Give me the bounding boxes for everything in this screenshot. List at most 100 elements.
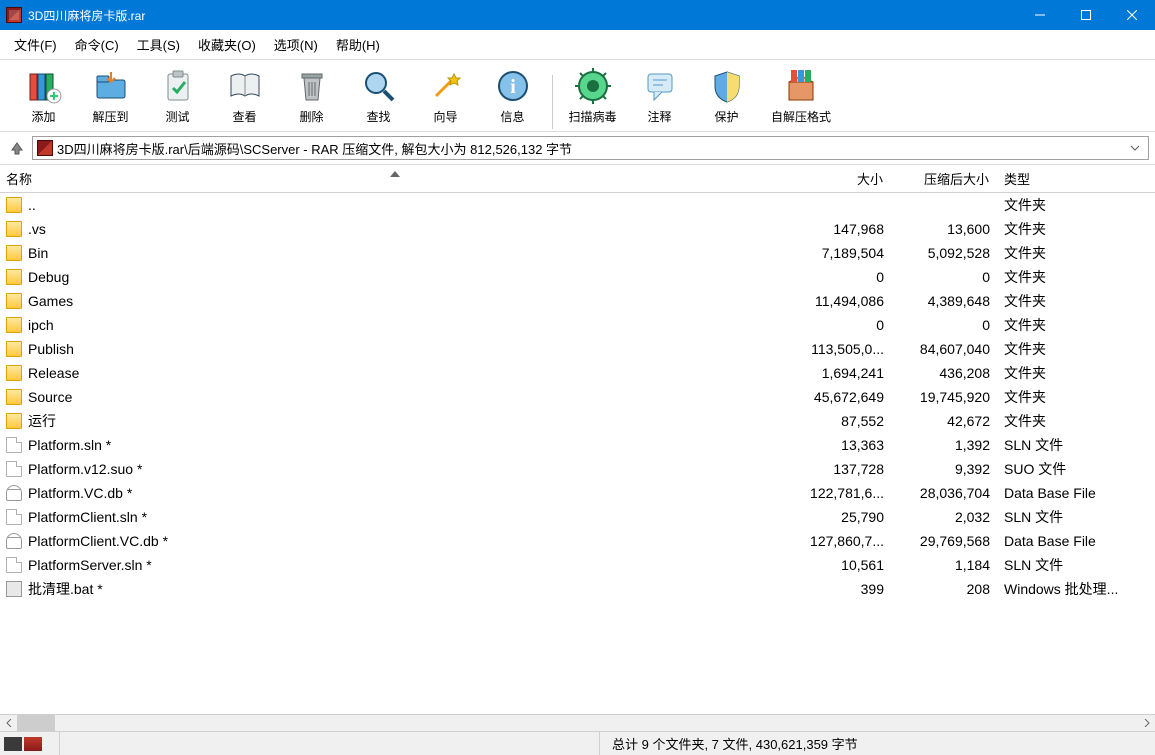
menu-command[interactable]: 命令(C) <box>67 32 127 57</box>
menu-help[interactable]: 帮助(H) <box>328 32 388 57</box>
table-row[interactable]: Platform.sln *13,3631,392SLN 文件 <box>0 433 1155 457</box>
menu-favorites[interactable]: 收藏夹(O) <box>190 32 264 57</box>
toolbar-separator <box>552 75 553 129</box>
books-add-icon <box>24 66 64 106</box>
cell-type: SUO 文件 <box>998 459 1155 479</box>
menu-file[interactable]: 文件(F) <box>6 32 65 57</box>
cell-type: Data Base File <box>998 485 1155 501</box>
file-name: PlatformClient.VC.db * <box>28 533 168 549</box>
cell-type: Windows 批处理... <box>998 579 1155 599</box>
folder-icon <box>6 269 22 285</box>
menu-options[interactable]: 选项(N) <box>266 32 326 57</box>
table-row[interactable]: 批清理.bat *399208Windows 批处理... <box>0 577 1155 601</box>
scroll-right-button[interactable] <box>1138 715 1155 732</box>
horizontal-scrollbar[interactable] <box>0 714 1155 731</box>
toolbar-comment[interactable]: 注释 <box>626 64 693 129</box>
cell-size: 122,781,6... <box>790 485 898 501</box>
table-row[interactable]: ..文件夹 <box>0 193 1155 217</box>
toolbar-delete[interactable]: 删除 <box>278 64 345 129</box>
column-name[interactable]: 名称 <box>0 165 790 192</box>
cell-size: 1,694,241 <box>790 365 898 381</box>
up-button[interactable] <box>6 137 28 159</box>
cell-type: SLN 文件 <box>998 555 1155 575</box>
menu-tools[interactable]: 工具(S) <box>129 32 188 57</box>
scroll-left-button[interactable] <box>0 715 17 732</box>
toolbar-find[interactable]: 查找 <box>345 64 412 129</box>
file-name: Games <box>28 293 73 309</box>
table-row[interactable]: 运行87,55242,672文件夹 <box>0 409 1155 433</box>
cell-name: Games <box>0 293 790 309</box>
file-name: ipch <box>28 317 54 333</box>
table-row[interactable]: .vs147,96813,600文件夹 <box>0 217 1155 241</box>
column-packed[interactable]: 压缩后大小 <box>898 165 998 192</box>
maximize-button[interactable] <box>1063 0 1109 30</box>
address-dropdown-button[interactable] <box>1126 143 1144 153</box>
cell-packed: 2,032 <box>898 509 998 525</box>
file-name: 批清理.bat * <box>28 579 103 599</box>
db-icon <box>6 533 22 549</box>
column-size[interactable]: 大小 <box>790 165 898 192</box>
cell-size: 113,505,0... <box>790 341 898 357</box>
close-button[interactable] <box>1109 0 1155 30</box>
cell-type: 文件夹 <box>998 291 1155 311</box>
table-row[interactable]: PlatformClient.VC.db *127,860,7...29,769… <box>0 529 1155 553</box>
column-type[interactable]: 类型 <box>998 165 1155 192</box>
cell-name: ipch <box>0 317 790 333</box>
table-row[interactable]: PlatformClient.sln *25,7902,032SLN 文件 <box>0 505 1155 529</box>
folder-icon <box>6 341 22 357</box>
table-row[interactable]: Publish113,505,0...84,607,040文件夹 <box>0 337 1155 361</box>
toolbar-test[interactable]: 测试 <box>144 64 211 129</box>
cell-packed: 29,769,568 <box>898 533 998 549</box>
cell-packed: 208 <box>898 581 998 597</box>
folder-icon <box>6 221 22 237</box>
file-name: Bin <box>28 245 48 261</box>
package-icon <box>781 66 821 106</box>
cell-packed: 42,672 <box>898 413 998 429</box>
table-row[interactable]: Platform.VC.db *122,781,6...28,036,704Da… <box>0 481 1155 505</box>
disk-icon[interactable] <box>4 737 22 751</box>
table-row[interactable]: Source45,672,64919,745,920文件夹 <box>0 385 1155 409</box>
archive-icon <box>37 140 53 156</box>
cell-size: 0 <box>790 269 898 285</box>
table-row[interactable]: Release1,694,241436,208文件夹 <box>0 361 1155 385</box>
status-summary: 总计 9 个文件夹, 7 文件, 430,621,359 字节 <box>600 734 1155 753</box>
folder-icon <box>6 197 22 213</box>
toolbar-add[interactable]: 添加 <box>10 64 77 129</box>
scrollbar-thumb[interactable] <box>17 715 55 731</box>
menubar: 文件(F) 命令(C) 工具(S) 收藏夹(O) 选项(N) 帮助(H) <box>0 30 1155 60</box>
key-icon[interactable] <box>24 737 42 751</box>
toolbar-wizard[interactable]: 向导 <box>412 64 479 129</box>
cell-packed: 4,389,648 <box>898 293 998 309</box>
app-icon <box>6 7 22 23</box>
cell-name: PlatformClient.sln * <box>0 509 790 525</box>
toolbar-scan[interactable]: 扫描病毒 <box>559 64 626 129</box>
toolbar-protect[interactable]: 保护 <box>693 64 760 129</box>
toolbar: 添加 解压到 测试 查看 删除 查找 向导 <box>0 60 1155 132</box>
table-row[interactable]: Bin7,189,5045,092,528文件夹 <box>0 241 1155 265</box>
cell-packed: 28,036,704 <box>898 485 998 501</box>
table-row[interactable]: Games11,494,0864,389,648文件夹 <box>0 289 1155 313</box>
cell-type: SLN 文件 <box>998 507 1155 527</box>
toolbar-extract[interactable]: 解压到 <box>77 64 144 129</box>
minimize-button[interactable] <box>1017 0 1063 30</box>
toolbar-sfx[interactable]: 自解压格式 <box>760 64 842 129</box>
cell-type: 文件夹 <box>998 387 1155 407</box>
statusbar: 总计 9 个文件夹, 7 文件, 430,621,359 字节 <box>0 731 1155 755</box>
address-bar[interactable]: 3D四川麻将房卡版.rar\后端源码\SCServer - RAR 压缩文件, … <box>32 136 1149 160</box>
folder-icon <box>6 293 22 309</box>
table-row[interactable]: Debug00文件夹 <box>0 265 1155 289</box>
cell-packed: 13,600 <box>898 221 998 237</box>
folder-icon <box>6 317 22 333</box>
table-row[interactable]: PlatformServer.sln *10,5611,184SLN 文件 <box>0 553 1155 577</box>
info-icon: i <box>493 66 533 106</box>
table-row[interactable]: Platform.v12.suo *137,7289,392SUO 文件 <box>0 457 1155 481</box>
toolbar-view[interactable]: 查看 <box>211 64 278 129</box>
window-title: 3D四川麻将房卡版.rar <box>28 7 1017 24</box>
table-row[interactable]: ipch00文件夹 <box>0 313 1155 337</box>
toolbar-info[interactable]: i 信息 <box>479 64 546 129</box>
cell-name: 运行 <box>0 411 790 431</box>
file-list[interactable]: ..文件夹.vs147,96813,600文件夹Bin7,189,5045,09… <box>0 193 1155 714</box>
file-name: .. <box>28 197 36 213</box>
scrollbar-track[interactable] <box>17 715 1138 731</box>
book-open-icon <box>225 66 265 106</box>
